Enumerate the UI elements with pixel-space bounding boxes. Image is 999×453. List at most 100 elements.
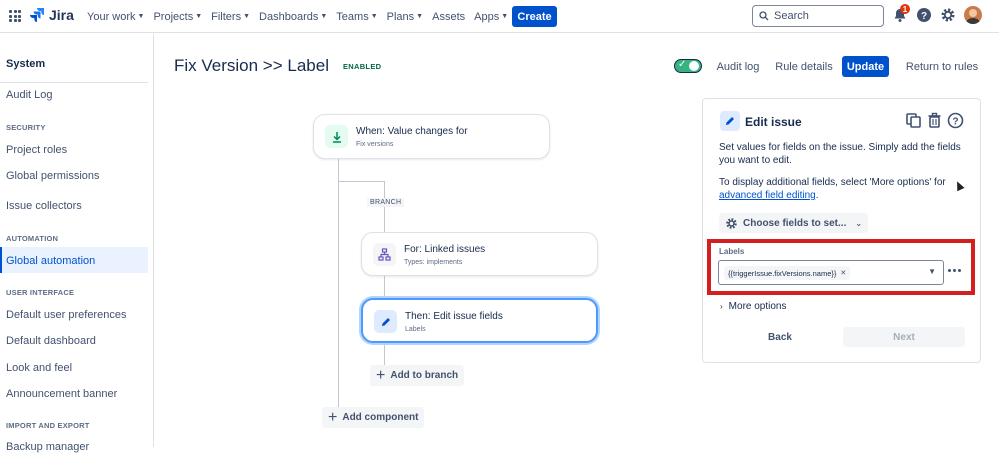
- help-icon[interactable]: ?: [916, 7, 932, 23]
- rule-header: Fix Version >> Label ENABLED: [174, 56, 381, 76]
- action-subtitle: Labels: [405, 326, 426, 333]
- add-component-button[interactable]: + Add component: [322, 407, 425, 428]
- nav-label: Filters: [211, 10, 242, 23]
- sidebar-item-global-automation[interactable]: Global automation: [6, 255, 95, 267]
- sidebar-item-issue-collectors[interactable]: Issue collectors: [6, 200, 82, 212]
- labels-input[interactable]: {{triggerIssue.fixVersions.name}} ✕ ▼: [718, 260, 944, 285]
- flow-connector: [384, 343, 385, 366]
- chevron-down-icon: ▼: [416, 13, 424, 20]
- page-title: Fix Version >> Label: [174, 56, 329, 75]
- chevron-down-icon[interactable]: ▼: [928, 267, 936, 276]
- pencil-icon: [720, 111, 740, 131]
- user-avatar[interactable]: [964, 6, 982, 24]
- chevron-down-icon: ▼: [370, 13, 378, 20]
- notification-badge: 1: [900, 4, 910, 14]
- label-chip: {{triggerIssue.fixVersions.name}} ✕: [724, 266, 851, 280]
- nav-label: Assets: [432, 10, 466, 23]
- svg-text:?: ?: [921, 11, 927, 22]
- nav-label: Apps: [474, 10, 500, 23]
- nav-apps[interactable]: Apps ▼: [474, 11, 508, 23]
- nav-label: Your work: [87, 10, 136, 23]
- action-title: Then: Edit issue fields: [405, 311, 503, 322]
- flow-connector: [338, 159, 339, 409]
- more-text-suffix: .: [815, 190, 819, 201]
- create-button[interactable]: Create: [512, 6, 557, 27]
- status-badge: ENABLED: [342, 61, 382, 71]
- nav-assets[interactable]: Assets: [432, 11, 465, 23]
- nav-label: Plans: [386, 10, 415, 23]
- plus-icon: +: [328, 408, 338, 426]
- nav-label: Dashboards: [259, 10, 319, 23]
- sidebar-item-audit-log[interactable]: Audit Log: [6, 89, 52, 101]
- chevron-down-icon: ⌄: [855, 218, 863, 228]
- advanced-field-editing-link[interactable]: advanced field editing: [719, 190, 816, 201]
- sidebar: System Audit Log SECURITY Project roles …: [0, 34, 154, 453]
- sidebar-item-project-roles[interactable]: Project roles: [6, 144, 67, 156]
- notifications-button[interactable]: 1: [892, 4, 910, 23]
- sidebar-divider: [0, 82, 148, 83]
- add-component-label: Add component: [342, 412, 419, 423]
- more-options-label: More options: [728, 301, 787, 312]
- gear-icon[interactable]: [940, 7, 956, 23]
- sidebar-title: System: [6, 58, 46, 70]
- flow-connector: [384, 276, 385, 298]
- sidebar-item-global-permissions[interactable]: Global permissions: [6, 170, 100, 182]
- plus-icon: +: [376, 366, 386, 384]
- add-to-branch-button[interactable]: + Add to branch: [370, 365, 465, 386]
- rule-enabled-toggle[interactable]: ✓: [674, 59, 702, 73]
- sidebar-item-default-dashboard[interactable]: Default dashboard: [6, 335, 96, 347]
- sidebar-item-announcement-banner[interactable]: Announcement banner: [6, 388, 117, 400]
- chevron-down-icon: ▼: [195, 13, 203, 20]
- panel-title: Edit issue: [745, 115, 802, 129]
- panel-actions: ?: [905, 112, 964, 129]
- nav-your-work[interactable]: Your work ▼: [87, 11, 144, 23]
- jira-logo-icon: [30, 8, 44, 22]
- trigger-node[interactable]: When: Value changes for Fix versions: [313, 114, 550, 159]
- audit-log-button[interactable]: Audit log: [712, 56, 764, 77]
- action-node[interactable]: Then: Edit issue fields Labels: [361, 298, 598, 343]
- jira-logo[interactable]: Jira: [29, 7, 74, 23]
- nav-projects[interactable]: Projects ▼: [153, 11, 202, 23]
- more-options-toggle[interactable]: › More options: [720, 301, 786, 312]
- branch-title: For: Linked issues: [404, 244, 486, 255]
- choose-fields-label: Choose fields to set...: [743, 217, 847, 229]
- nav-label: Teams: [336, 10, 369, 23]
- sidebar-item-look-and-feel[interactable]: Look and feel: [6, 362, 72, 374]
- branch-node[interactable]: For: Linked issues Types: implements: [361, 232, 598, 276]
- sidebar-section-user-interface: USER INTERFACE: [6, 288, 75, 297]
- sidebar-section-import-export: IMPORT AND EXPORT: [6, 421, 90, 430]
- search-input[interactable]: Search: [752, 5, 884, 27]
- main-nav: Your work ▼ Projects ▼ Filters ▼ Dashboards…: [87, 0, 517, 33]
- app-switcher-icon[interactable]: [9, 10, 21, 22]
- chevron-right-icon: ›: [720, 302, 723, 311]
- labels-field-label: Labels: [719, 247, 745, 256]
- svg-text:?: ?: [952, 117, 958, 128]
- trigger-icon: [325, 125, 348, 148]
- add-to-branch-label: Add to branch: [390, 370, 459, 381]
- back-button[interactable]: Back: [719, 327, 841, 347]
- trash-icon[interactable]: [926, 112, 943, 129]
- more-actions-icon[interactable]: [948, 269, 961, 272]
- sidebar-item-default-user-preferences[interactable]: Default user preferences: [6, 309, 126, 321]
- branch-tag: BRANCH: [367, 198, 405, 207]
- pencil-icon: [374, 310, 397, 333]
- next-button[interactable]: Next: [843, 327, 965, 347]
- update-button[interactable]: Update: [842, 56, 889, 77]
- rule-details-button[interactable]: Rule details: [773, 56, 835, 77]
- choose-fields-button[interactable]: Choose fields to set... ⌄: [719, 213, 869, 233]
- nav-filters[interactable]: Filters ▼: [211, 11, 250, 23]
- help-icon[interactable]: ?: [947, 112, 964, 129]
- panel-description: Set values for fields on the issue. Simp…: [719, 142, 961, 166]
- hierarchy-icon: [373, 243, 396, 266]
- return-to-rules-button[interactable]: Return to rules: [903, 56, 981, 77]
- remove-icon[interactable]: ✕: [840, 269, 846, 277]
- nav-label: Projects: [153, 10, 194, 23]
- nav-teams[interactable]: Teams ▼: [336, 11, 377, 23]
- panel-more-text: To display additional fields, select 'Mo…: [719, 176, 964, 202]
- sidebar-section-security: SECURITY: [6, 123, 46, 132]
- copy-icon[interactable]: [905, 112, 922, 129]
- sidebar-item-backup-manager[interactable]: Backup manager: [6, 441, 89, 453]
- nav-plans[interactable]: Plans ▼: [387, 11, 423, 23]
- top-navigation-bar: Jira Your work ▼ Projects ▼ Filters ▼ Dashb…: [0, 0, 999, 33]
- nav-dashboards[interactable]: Dashboards ▼: [259, 11, 327, 23]
